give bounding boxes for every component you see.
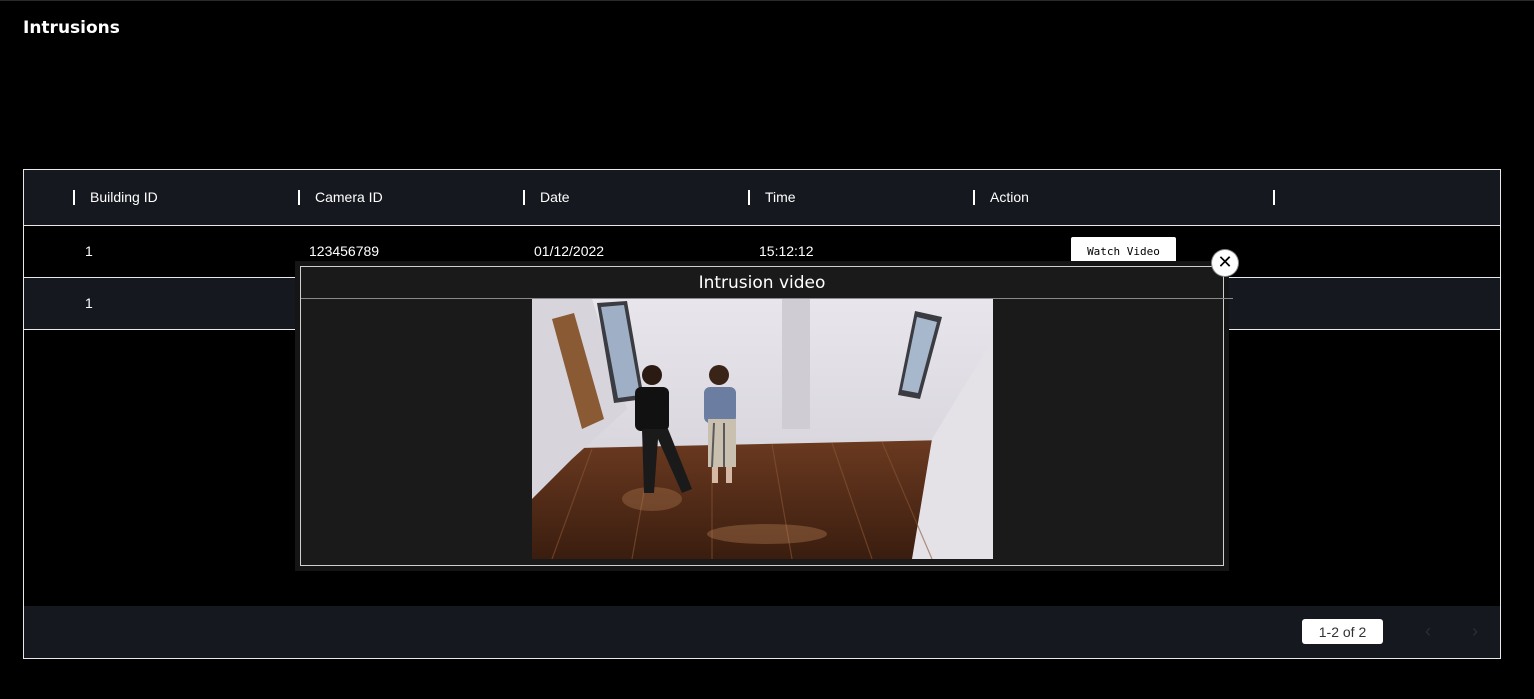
column-separator[interactable] (73, 190, 75, 205)
table-header: Building ID Camera ID Date Time Action (24, 170, 1500, 226)
column-separator[interactable] (523, 190, 525, 205)
chevron-right-icon[interactable]: › (1464, 620, 1486, 642)
cell-date: 01/12/2022 (534, 243, 605, 259)
column-separator[interactable] (973, 190, 975, 205)
cell-building-id: 1 (85, 243, 93, 259)
close-icon[interactable]: ✕ (1212, 250, 1238, 276)
video-frame-image (532, 299, 993, 559)
column-separator[interactable] (298, 190, 300, 205)
cell-building-id: 1 (85, 295, 93, 311)
intrusion-video-player[interactable] (532, 299, 993, 559)
column-header-date[interactable]: Date (540, 189, 570, 205)
cell-time: 15:12:12 (759, 243, 814, 259)
column-header-action[interactable]: Action (990, 189, 1029, 205)
column-header-camera-id[interactable]: Camera ID (315, 189, 383, 205)
pagination-info: 1-2 of 2 (1302, 619, 1383, 644)
column-header-building-id[interactable]: Building ID (90, 189, 158, 205)
top-divider (0, 0, 1534, 1)
column-separator[interactable] (1273, 190, 1275, 205)
cell-camera-id: 123456789 (309, 243, 380, 259)
chevron-left-icon[interactable]: ‹ (1417, 620, 1439, 642)
column-separator[interactable] (748, 190, 750, 205)
intrusion-video-modal: Intrusion video (300, 266, 1233, 566)
modal-title: Intrusion video (698, 273, 826, 293)
column-header-time[interactable]: Time (765, 189, 796, 205)
table-footer: 1-2 of 2 ‹ › (24, 606, 1500, 658)
page-title: Intrusions (23, 18, 120, 38)
